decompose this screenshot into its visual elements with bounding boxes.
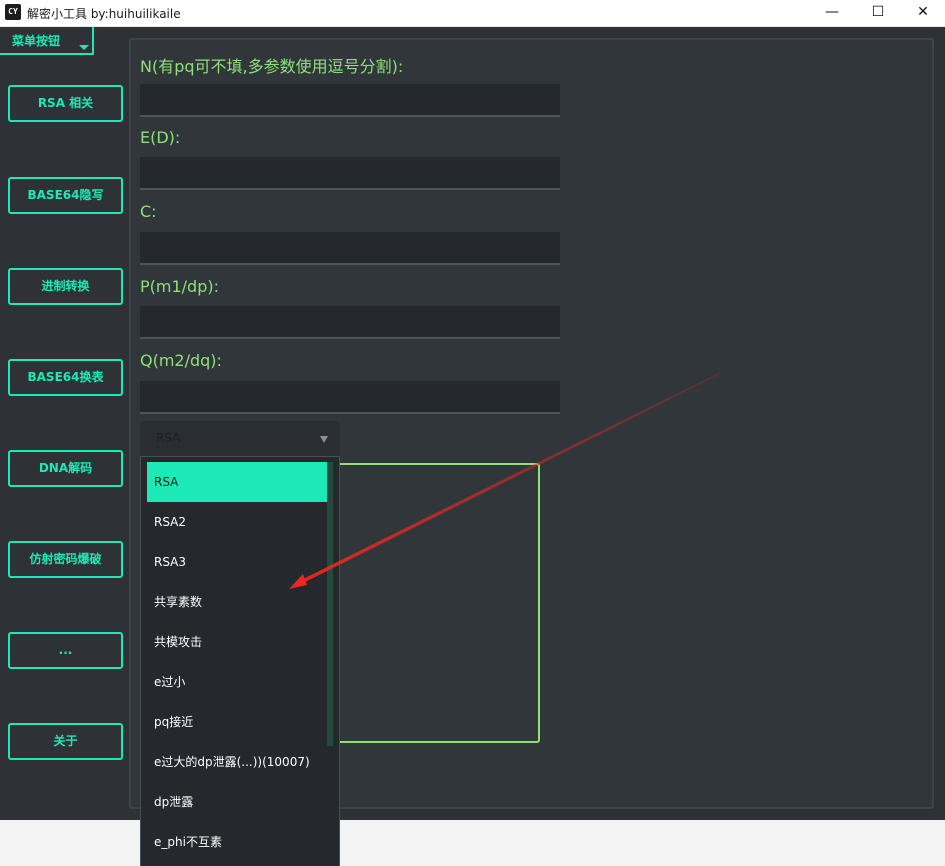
dropdown-option-large-e-dp-leak[interactable]: e过大的dp泄露(...))(10007) bbox=[147, 742, 337, 782]
p-input[interactable] bbox=[140, 306, 560, 339]
n-label: N(有pq可不填,多参数使用逗号分割): bbox=[140, 57, 404, 76]
menu-button-label: 菜单按钮 bbox=[12, 34, 61, 48]
minimize-button[interactable]: — bbox=[809, 0, 855, 26]
window-title: 解密小工具 by:huihuilikaile bbox=[27, 7, 181, 21]
dropdown-option-rsa[interactable]: RSA bbox=[147, 462, 327, 502]
sidebar-item-about[interactable]: 关于 bbox=[8, 723, 123, 760]
title-bar: CY 解密小工具 by:huihuilikaile — ☐ ✕ bbox=[0, 0, 945, 27]
close-button[interactable]: ✕ bbox=[900, 0, 945, 26]
dropdown-option-common-modulus[interactable]: 共模攻击 bbox=[147, 622, 327, 662]
sidebar-item-more[interactable]: ... bbox=[8, 632, 123, 669]
sidebar-item-dna-decode[interactable]: DNA解码 bbox=[8, 450, 123, 487]
mode-combobox-value: RSA bbox=[156, 431, 181, 445]
maximize-button[interactable]: ☐ bbox=[855, 0, 901, 26]
dropdown-option-rsa2[interactable]: RSA2 bbox=[147, 502, 327, 542]
c-input[interactable] bbox=[140, 232, 560, 265]
output-textarea[interactable] bbox=[330, 463, 540, 743]
mode-dropdown-list: RSA RSA2 RSA3 共享素数 共模攻击 e过小 pq接近 e过大的dp泄… bbox=[140, 456, 340, 866]
q-label: Q(m2/dq): bbox=[140, 351, 222, 370]
e-input[interactable] bbox=[140, 157, 560, 190]
dropdown-option-pq-close[interactable]: pq接近 bbox=[147, 702, 327, 742]
dropdown-option-dp-leak[interactable]: dp泄露 bbox=[147, 782, 327, 822]
q-input[interactable] bbox=[140, 381, 560, 414]
dropdown-option-small-e[interactable]: e过小 bbox=[147, 662, 327, 702]
dropdown-scrollbar[interactable] bbox=[327, 462, 333, 746]
chevron-down-icon bbox=[79, 45, 89, 50]
app-logo-icon: CY bbox=[5, 4, 21, 20]
sidebar-item-rsa[interactable]: RSA 相关 bbox=[8, 85, 123, 122]
dropdown-arrow-icon bbox=[320, 436, 328, 443]
p-label: P(m1/dp): bbox=[140, 277, 219, 296]
sidebar-item-base64-stego[interactable]: BASE64隐写 bbox=[8, 177, 123, 214]
mode-combobox[interactable]: RSA bbox=[140, 421, 340, 456]
dropdown-option-rsa3[interactable]: RSA3 bbox=[147, 542, 327, 582]
dropdown-option-e-phi-not-coprime[interactable]: e_phi不互素 bbox=[147, 822, 327, 862]
dropdown-option-shared-prime[interactable]: 共享素数 bbox=[147, 582, 327, 622]
sidebar-item-base-conversion[interactable]: 进制转换 bbox=[8, 268, 123, 305]
c-label: C: bbox=[140, 202, 157, 221]
e-label: E(D): bbox=[140, 128, 181, 147]
sidebar-item-base64-table[interactable]: BASE64换表 bbox=[8, 359, 123, 396]
n-input[interactable] bbox=[140, 84, 560, 117]
menu-button[interactable]: 菜单按钮 bbox=[0, 27, 94, 55]
sidebar-item-affine-bruteforce[interactable]: 仿射密码爆破 bbox=[8, 541, 123, 578]
